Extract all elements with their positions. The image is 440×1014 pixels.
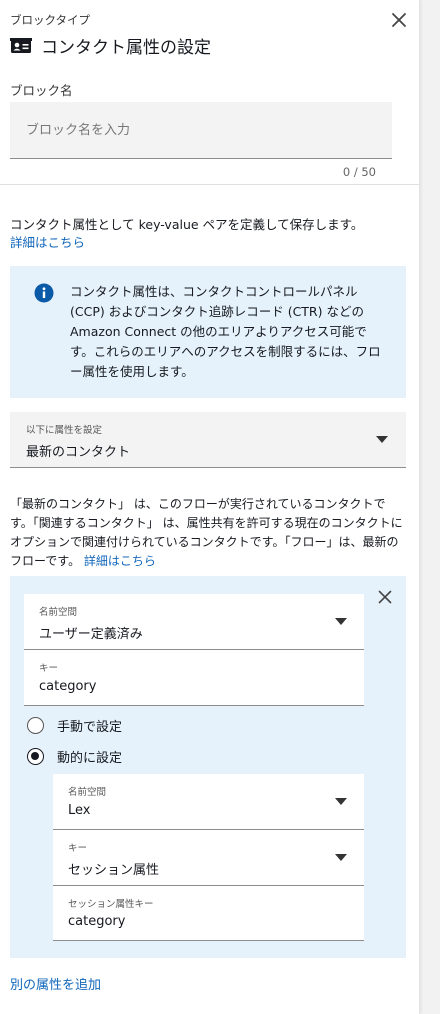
radio-manual[interactable]: 手動で設定: [27, 716, 122, 735]
radio-dynamic[interactable]: 動的に設定: [27, 747, 122, 766]
learn-more-link-2[interactable]: 詳細はこちら: [84, 554, 156, 568]
caret-down-icon: [335, 798, 347, 805]
contact-card-icon: [10, 37, 32, 53]
close-icon[interactable]: [388, 9, 410, 31]
caret-down-icon: [335, 854, 347, 861]
block-name-label: ブロック名: [10, 83, 73, 98]
char-counter: 0 / 50: [342, 165, 376, 179]
info-icon: [34, 283, 54, 303]
learn-more-link[interactable]: 詳細はこちら: [10, 235, 85, 250]
dynamic-key-value: セッション属性: [68, 863, 160, 878]
description: コンタクト属性として key-value ペアを定義して保存します。 詳細はこち…: [10, 216, 408, 252]
block-name-input[interactable]: [26, 102, 376, 159]
radio-dynamic-circle[interactable]: [27, 748, 44, 765]
dynamic-key-label: キー: [68, 843, 88, 854]
divider: [0, 184, 419, 185]
radio-manual-label: 手動で設定: [57, 720, 123, 735]
block-name-field[interactable]: [10, 102, 392, 159]
block-config-panel: ブロックタイプ コンタクト属性の設定 ブロック名 0 / 50 コンタクト属性と…: [0, 0, 420, 1014]
dynamic-key-select[interactable]: キー セッション属性: [53, 830, 364, 886]
key-label: キー: [39, 663, 59, 674]
caret-down-icon: [376, 436, 388, 443]
dynamic-namespace-select[interactable]: 名前空間 Lex: [53, 774, 364, 830]
session-key-label: セッション属性キー: [68, 899, 154, 910]
dynamic-namespace-value: Lex: [68, 803, 91, 818]
namespace-select[interactable]: 名前空間 ユーザー定義済み: [24, 594, 364, 650]
remove-attribute-icon[interactable]: [376, 588, 394, 606]
explanation: 「最新のコンタクト」 は、このフローが実行されているコンタクトです。「関連するコ…: [10, 495, 408, 571]
session-attribute-key-field[interactable]: セッション属性キー category: [53, 886, 364, 941]
select-value: 最新のコンタクト: [26, 445, 131, 460]
info-alert: コンタクト属性は、コンタクトコントロールパネル (CCP) およびコンタクト追跡…: [10, 266, 406, 398]
panel-title: コンタクト属性の設定: [10, 33, 211, 58]
set-attributes-on-select[interactable]: 以下に属性を設定 最新のコンタクト: [10, 412, 406, 468]
info-text: コンタクト属性は、コンタクトコントロールパネル (CCP) およびコンタクト追跡…: [70, 284, 381, 379]
caret-down-icon: [335, 618, 347, 625]
description-text: コンタクト属性として key-value ペアを定義して保存します。: [10, 217, 364, 232]
radio-manual-circle[interactable]: [27, 717, 44, 734]
session-key-value[interactable]: category: [68, 914, 125, 929]
title-text: コンタクト属性の設定: [41, 38, 211, 58]
namespace-value: ユーザー定義済み: [39, 627, 143, 642]
namespace-label: 名前空間: [39, 607, 78, 618]
block-type-label: ブロックタイプ: [10, 13, 91, 27]
select-label: 以下に属性を設定: [26, 425, 103, 436]
key-field[interactable]: キー category: [24, 650, 364, 706]
key-value[interactable]: category: [39, 679, 96, 694]
add-attribute-link[interactable]: 別の属性を追加: [10, 974, 101, 993]
explanation-text: 「最新のコンタクト」 は、このフローが実行されているコンタクトです。「関連するコ…: [10, 497, 403, 568]
attribute-card: 名前空間 ユーザー定義済み キー category 手動で設定 動的に設定 名前…: [10, 576, 406, 958]
dynamic-namespace-label: 名前空間: [68, 787, 107, 798]
radio-dynamic-label: 動的に設定: [57, 751, 123, 766]
